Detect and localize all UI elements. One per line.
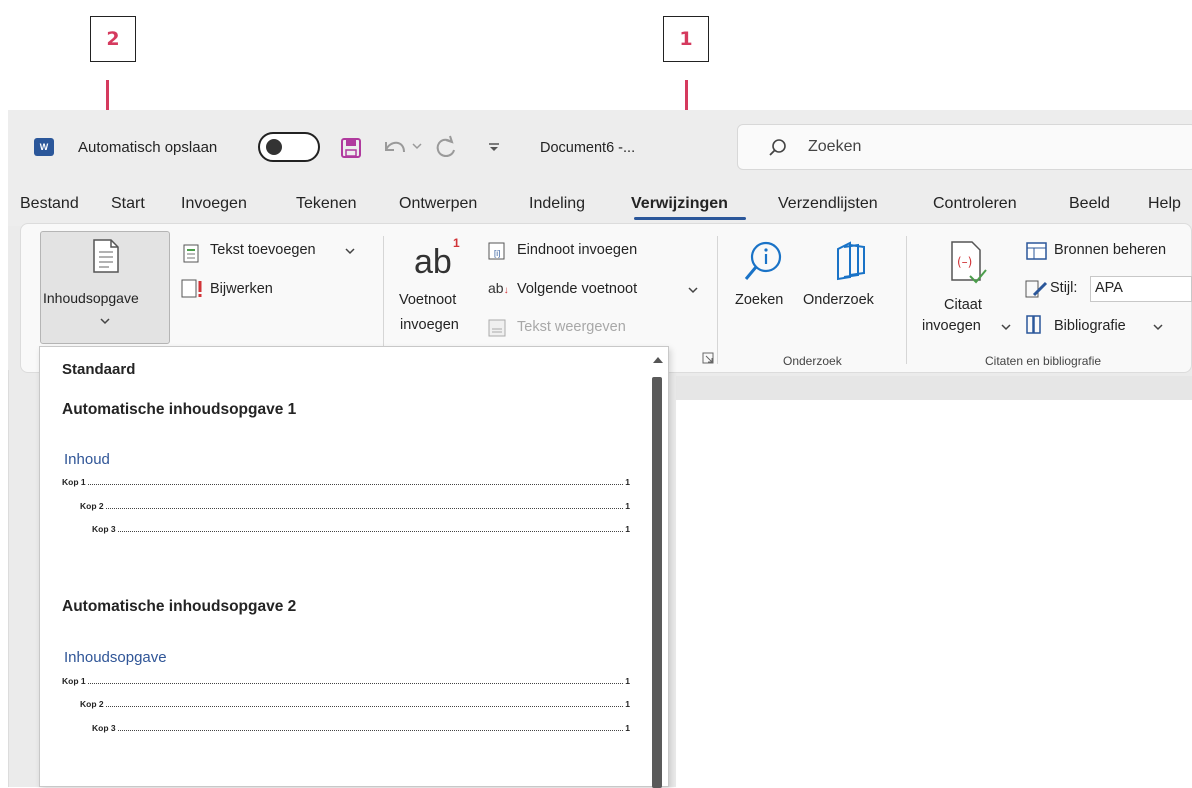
insert-footnote-label-2[interactable]: invoegen: [400, 317, 459, 333]
window-left-edge: [8, 370, 9, 787]
canvas-background: [676, 376, 1192, 400]
gallery-scrollbar[interactable]: [652, 377, 662, 788]
insert-footnote-label-1[interactable]: Voetnoot: [399, 292, 456, 308]
tab-controleren[interactable]: Controleren: [933, 195, 1017, 213]
redo-icon[interactable]: [432, 134, 460, 162]
ribbon-separator: [906, 236, 907, 364]
tab-start[interactable]: Start: [111, 195, 145, 213]
search-button[interactable]: Zoeken: [735, 292, 783, 308]
toc-option-2-line-1[interactable]: Kop 11: [62, 676, 630, 686]
search-placeholder: Zoeken: [808, 138, 862, 155]
toc-option-1-line-1[interactable]: Kop 11: [62, 477, 630, 487]
style-icon: [1025, 280, 1048, 298]
insert-citation-label-1[interactable]: Citaat: [944, 297, 982, 313]
callout-1-label: 1: [679, 28, 693, 50]
insert-citation-icon: (–): [951, 241, 987, 284]
toc-dropdown-gallery: Standaard Automatische inhoudsopgave 1 I…: [39, 346, 669, 788]
manage-sources-button[interactable]: Bronnen beheren: [1054, 242, 1166, 258]
tab-ontwerpen[interactable]: Ontwerpen: [399, 195, 477, 213]
svg-text:(–): (–): [957, 255, 972, 269]
add-text-icon: [183, 244, 199, 263]
toc-option-1-line-3[interactable]: Kop 31: [92, 524, 630, 534]
search-insights-icon: [744, 241, 782, 280]
svg-text:[i]: [i]: [494, 249, 500, 258]
dialog-launcher-icon[interactable]: [702, 352, 714, 364]
add-text-button[interactable]: Tekst toevoegen: [210, 242, 316, 258]
autosave-toggle[interactable]: [258, 132, 320, 162]
callout-2: 2: [90, 16, 136, 62]
style-label: Stijl:: [1050, 280, 1078, 296]
callout-2-label: 2: [106, 28, 120, 50]
next-footnote-icon: ab↓: [488, 280, 509, 296]
show-notes-icon: [488, 319, 506, 337]
customize-qat-icon[interactable]: [488, 143, 500, 153]
manage-sources-icon: [1026, 242, 1047, 260]
gallery-heading: Standaard: [62, 361, 136, 378]
tab-bestand[interactable]: Bestand: [20, 195, 79, 213]
table-of-contents-icon: [93, 239, 119, 273]
tab-verwijzingen[interactable]: Verwijzingen: [631, 195, 728, 213]
insert-citation-label-2[interactable]: invoegen: [922, 318, 981, 334]
ribbon-separator: [717, 236, 718, 364]
citations-group-label: Citaten en bibliografie: [985, 354, 1102, 368]
toc-option-2-line-3[interactable]: Kop 31: [92, 723, 630, 733]
toggle-knob: [266, 139, 282, 155]
tab-invoegen[interactable]: Invoegen: [181, 195, 247, 213]
chevron-down-icon[interactable]: [412, 143, 422, 151]
undo-icon[interactable]: [380, 136, 410, 160]
document-page[interactable]: [676, 400, 1192, 787]
tab-indeling[interactable]: Indeling: [529, 195, 585, 213]
document-name[interactable]: Document6 -...: [540, 140, 635, 156]
research-group-label: Onderzoek: [783, 354, 842, 368]
toc-chevron-down-icon: [100, 318, 110, 325]
autosave-label: Automatisch opslaan: [78, 139, 218, 156]
style-select-value: APA: [1095, 280, 1123, 296]
researcher-icon: [837, 241, 865, 281]
update-table-icon: [181, 279, 202, 298]
toc-option-1-title[interactable]: Automatische inhoudsopgave 1: [62, 401, 296, 419]
update-button[interactable]: Bijwerken: [210, 281, 273, 297]
chevron-down-icon[interactable]: [1153, 324, 1163, 332]
scroll-up-icon[interactable]: [652, 355, 664, 365]
save-icon[interactable]: [340, 137, 362, 159]
toc-button-label: Inhoudsopgave: [43, 290, 139, 306]
footnote-superscript-icon: 1: [453, 236, 460, 250]
toc-option-1-heading[interactable]: Inhoud: [64, 451, 110, 468]
chevron-down-icon[interactable]: [1001, 324, 1011, 332]
bibliography-icon: [1026, 315, 1041, 334]
toc-option-2-heading[interactable]: Inhoudsopgave: [64, 649, 167, 666]
toc-option-2-title[interactable]: Automatische inhoudsopgave 2: [62, 598, 296, 616]
insert-endnote-button[interactable]: Eindnoot invoegen: [517, 242, 637, 258]
show-notes-button: Tekst weergeven: [517, 319, 626, 335]
tab-tekenen[interactable]: Tekenen: [296, 195, 357, 213]
footnote-icon: ab: [414, 243, 452, 281]
endnote-icon: [i]: [488, 242, 505, 260]
word-icon: W: [34, 138, 54, 156]
ribbon-separator: [383, 236, 384, 364]
toc-option-2-line-2[interactable]: Kop 21: [80, 699, 630, 709]
bibliography-button[interactable]: Bibliografie: [1054, 318, 1126, 334]
search-box[interactable]: [737, 124, 1192, 170]
tab-help[interactable]: Help: [1148, 195, 1181, 213]
active-tab-underline: [634, 217, 746, 220]
chevron-down-icon[interactable]: [345, 248, 355, 256]
toc-option-1-line-2[interactable]: Kop 21: [80, 501, 630, 511]
chevron-down-icon[interactable]: [688, 287, 698, 295]
tab-verzendlijsten[interactable]: Verzendlijsten: [778, 195, 878, 213]
next-footnote-button[interactable]: Volgende voetnoot: [517, 281, 637, 297]
callout-1: 1: [663, 16, 709, 62]
search-icon: [769, 139, 786, 156]
tab-beeld[interactable]: Beeld: [1069, 195, 1110, 213]
researcher-button[interactable]: Onderzoek: [803, 292, 874, 308]
